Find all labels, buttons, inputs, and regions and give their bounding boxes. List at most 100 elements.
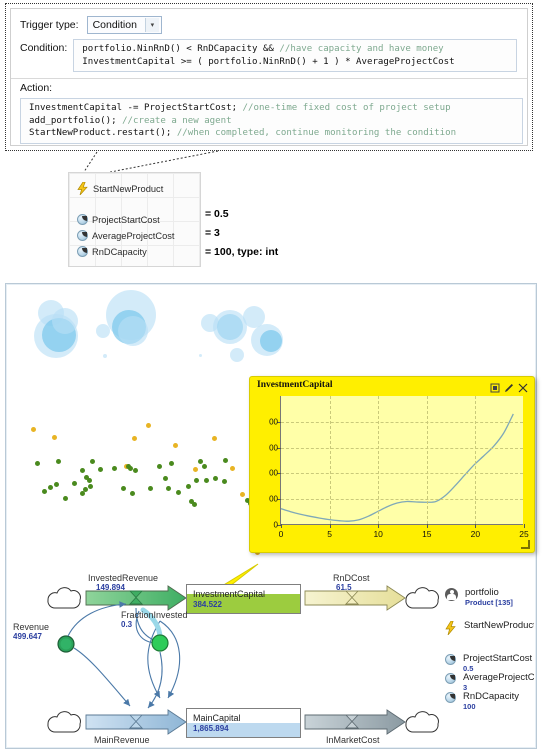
parameter-icon [445, 654, 456, 665]
action-code-editor[interactable]: InvestmentCapital -= ProjectStartCost; /… [20, 98, 523, 144]
action-line1-code: InvestmentCapital -= ProjectStartCost; [29, 103, 243, 113]
stock-value-label: 1,865.894 [193, 724, 229, 733]
link-fractioninvested-to-mainrevenue-valve [147, 651, 163, 709]
flow-value-mainrevenue: 349.753 [94, 745, 123, 746]
chart-gridline-v [378, 396, 380, 524]
panel-divider [11, 78, 527, 79]
parameter-icon [445, 692, 456, 703]
chart-xtick-label: 0 [278, 529, 284, 539]
chart-xtick-mark [524, 524, 525, 528]
condition-row: Condition: portfolio.NinRnD() < RnDCapac… [20, 39, 518, 72]
chart-ytick-label: 00 [269, 443, 278, 453]
action-line1-comment: //one-time fixed cost of project setup [242, 103, 451, 113]
flow-arrow-rndcost [304, 585, 406, 611]
legend-item-rndcapacity[interactable]: RnDCapacity 100 [445, 692, 519, 711]
condition-code-editor[interactable]: portfolio.NinRnD() < RnDCapacity && //ha… [73, 39, 518, 72]
param-row-rndcapacity[interactable]: RnDCapacity [77, 246, 147, 257]
chart-xtick-mark [378, 524, 380, 528]
param-value-projectstartcost: = 0.5 [205, 208, 229, 220]
stock-investmentcapital[interactable]: InvestmentCapital 384.522 [186, 584, 301, 614]
link-revenue-to-mainrevenue-valve [73, 647, 131, 707]
chart-xtick-mark [475, 524, 477, 528]
chart-xtick-label: 5 [327, 529, 332, 539]
param-row-averageprojectcost[interactable]: AverageProjectCost [77, 230, 175, 241]
legend-item-portfolio[interactable]: portfolio Product [135] [445, 588, 513, 607]
chart-gridline-v [426, 396, 428, 524]
link-revenue-to-investedrevenue-valve [67, 601, 127, 637]
legend-name: StartNewProduct [464, 620, 534, 631]
source-cloud-mainrevenue [47, 711, 81, 733]
event-bolt-icon [445, 620, 457, 636]
chart-plot-area: 0 00 00 00 00 0 5 10 15 20 25 [269, 396, 529, 539]
variable-node-fractioninvested [151, 634, 169, 652]
stock-name-label: InvestmentCapital [193, 589, 266, 599]
legend-name: AverageProjectCost [463, 672, 534, 683]
legend-item-projectstartcost[interactable]: ProjectStartCost 0.5 [445, 654, 532, 673]
trigger-panel-inner: Trigger type: Condition ▾ Condition: por… [10, 8, 528, 146]
trigger-type-label: Trigger type: [20, 19, 79, 31]
parameter-icon [77, 246, 88, 257]
variable-node-revenue-inner [60, 638, 72, 650]
event-bolt-icon [77, 181, 89, 196]
trigger-type-selected-value: Condition [92, 19, 137, 31]
flow-value-inmarketcost: 40 [326, 745, 335, 746]
condition-line2-code: InvestmentCapital >= ( portfolio.NinRnD(… [82, 56, 455, 67]
condition-label: Condition: [20, 42, 68, 54]
action-line2-code: add_portfolio(); [29, 115, 123, 126]
legend-item-startnewproduct[interactable]: StartNewProduct [445, 620, 534, 636]
source-cloud-investedrevenue [47, 587, 81, 609]
legend-value: 100 [463, 702, 476, 711]
chart-line-investmentcapital [281, 414, 513, 521]
event-parameter-card: StartNewProduct ProjectStartCost Average… [68, 172, 201, 267]
chart-title: InvestmentCapital [257, 380, 333, 390]
chart-gridline-v [475, 396, 477, 524]
edit-pencil-icon[interactable] [504, 380, 514, 392]
event-name-row[interactable]: StartNewProduct [77, 181, 164, 196]
agent-population-icon [445, 588, 458, 601]
restore-icon[interactable] [490, 380, 500, 393]
variable-label-revenue: Revenue [13, 622, 50, 632]
action-line3-comment: //when completed, continue monitoring th… [176, 128, 457, 139]
variable-value-fractioninvested: 0.3 [121, 620, 133, 629]
chart-gridline-h [281, 447, 523, 449]
chart-window-buttons [490, 380, 528, 393]
stock-name-label: MainCapital [193, 713, 241, 723]
stock-maincapital[interactable]: MainCapital 1,865.894 [186, 708, 301, 738]
chart-gridline-h [281, 473, 523, 475]
event-name-label: StartNewProduct [93, 183, 164, 194]
variable-label-fractioninvested: FractionInvested [121, 610, 188, 620]
chart-xtick-label: 10 [373, 529, 383, 539]
sink-cloud-inmarketcost [405, 711, 439, 733]
trigger-properties-panel: Trigger type: Condition ▾ Condition: por… [5, 3, 533, 151]
flow-value-investedrevenue: 149.894 [96, 583, 125, 592]
chevron-down-icon[interactable]: ▾ [144, 18, 159, 32]
flow-label-rndcost: RnDCost [333, 573, 370, 583]
chart-xtick-mark [281, 524, 282, 528]
param-name-label: AverageProjectCost [92, 230, 175, 241]
param-value-averageprojectcost: = 3 [205, 227, 220, 239]
action-line3-code: StartNewProduct.restart(); [29, 128, 177, 139]
chart-xtick-mark [329, 524, 331, 528]
chart-series-line [281, 396, 523, 524]
trigger-type-row: Trigger type: Condition ▾ [20, 16, 162, 34]
stock-value-label: 384.522 [193, 600, 222, 609]
variable-value-revenue: 499.647 [13, 632, 42, 641]
chart-ytick-label: 00 [269, 417, 278, 427]
legend-name: portfolio [465, 587, 499, 598]
chart-gridline-v [329, 396, 331, 524]
chart-window-investmentcapital[interactable]: InvestmentCapital 0 00 00 00 00 0 5 10 15 20 25 [249, 376, 535, 553]
chart-ytick-label: 00 [269, 494, 278, 504]
param-row-projectstartcost[interactable]: ProjectStartCost [77, 214, 160, 225]
condition-line1-comment: //have capacity and have money [279, 44, 444, 54]
legend-name: RnDCapacity [463, 691, 519, 702]
parameter-icon [77, 230, 88, 241]
close-icon[interactable] [518, 380, 528, 393]
chart-callout-tail [220, 563, 259, 587]
flow-label-mainrevenue: MainRevenue [94, 735, 150, 745]
chart-gridline-h [281, 499, 523, 501]
trigger-type-select[interactable]: Condition ▾ [86, 16, 162, 34]
legend-item-averageprojectcost[interactable]: AverageProjectCost 3 [445, 673, 534, 692]
legend-value: Product [135] [465, 598, 513, 607]
action-line2-comment: //create a new agent [122, 115, 232, 126]
chart-resize-handle[interactable] [521, 540, 530, 549]
